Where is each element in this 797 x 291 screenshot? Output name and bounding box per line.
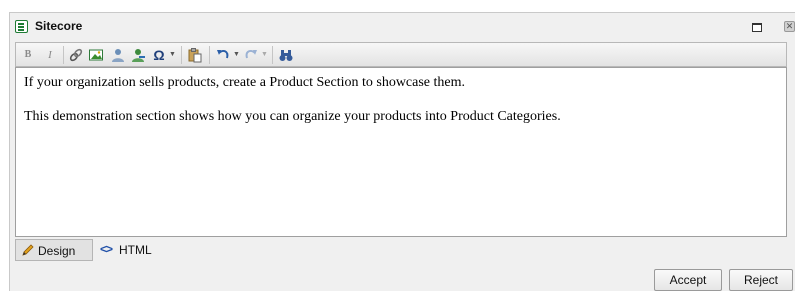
redo-button[interactable]	[243, 47, 259, 63]
document-icon	[15, 20, 28, 33]
bold-button[interactable]: B	[20, 47, 36, 63]
find-icon	[279, 50, 293, 61]
omega-icon: Ω	[153, 47, 165, 63]
undo-button[interactable]	[215, 47, 231, 63]
toolbar-separator	[181, 46, 182, 64]
user-icon	[112, 49, 124, 62]
user-remove-icon	[132, 49, 145, 62]
reject-button[interactable]: Reject	[729, 269, 793, 291]
insert-symbol-button[interactable]: Ω	[151, 47, 167, 63]
pencil-icon	[22, 244, 34, 256]
redo-icon	[245, 49, 257, 59]
toolbar-separator	[272, 46, 273, 64]
window-title: Sitecore	[35, 19, 83, 33]
undo-icon	[217, 49, 229, 59]
paste-icon	[188, 48, 202, 63]
paragraph: This demonstration section shows how you…	[24, 109, 561, 124]
maximize-button[interactable]	[752, 23, 762, 32]
remove-user-button[interactable]	[130, 47, 146, 63]
link-icon	[69, 48, 83, 62]
accept-button[interactable]: Accept	[654, 269, 722, 291]
paste-button[interactable]	[187, 47, 203, 63]
undo-dropdown-caret[interactable]: ▼	[233, 47, 240, 63]
find-replace-button[interactable]	[278, 47, 294, 63]
rich-text-editor-window: Sitecore ✕ B I Ω ▼ ▼ ▼ If your organizat…	[9, 12, 795, 291]
image-icon	[89, 49, 103, 61]
html-mode-label: HTML	[119, 243, 152, 257]
mode-switcher: Design <> HTML	[15, 239, 787, 261]
title-bar: Sitecore ✕	[10, 13, 795, 41]
code-icon: <>	[100, 242, 113, 256]
toolbar-separator	[209, 46, 210, 64]
design-mode-tab[interactable]: Design	[15, 239, 93, 261]
close-button[interactable]: ✕	[784, 21, 795, 32]
insert-image-button[interactable]	[88, 47, 104, 63]
insert-user-button[interactable]	[110, 47, 126, 63]
toolbar-separator	[63, 46, 64, 64]
design-mode-label: Design	[38, 244, 76, 258]
paragraph: If your organization sells products, cre…	[24, 75, 466, 90]
italic-button[interactable]: I	[42, 47, 58, 63]
editor-toolbar: B I Ω ▼ ▼ ▼	[15, 42, 787, 67]
insert-link-button[interactable]	[68, 47, 84, 63]
redo-dropdown-caret[interactable]: ▼	[261, 47, 268, 63]
symbol-dropdown-caret[interactable]: ▼	[169, 47, 176, 63]
editor-content-area[interactable]: If your organization sells products, cre…	[15, 67, 787, 237]
